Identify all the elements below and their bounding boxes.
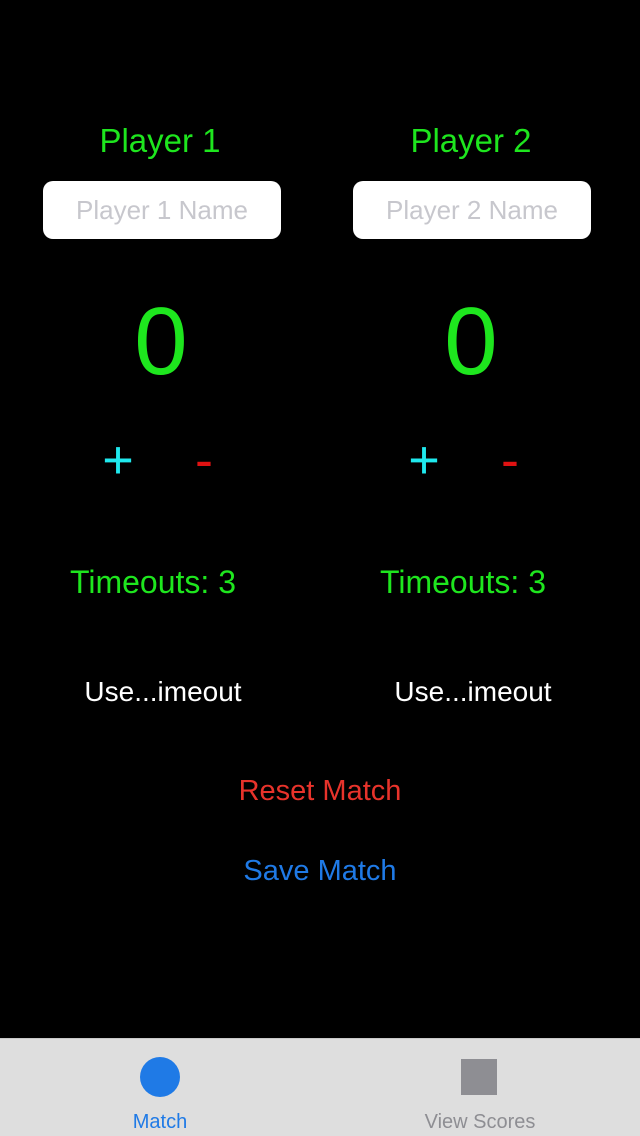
circle-icon	[140, 1057, 180, 1097]
player-1-score: 0	[134, 288, 188, 395]
tab-bar: Match View Scores	[0, 1038, 640, 1136]
tab-view-scores-label: View Scores	[424, 1111, 536, 1133]
player-1-timeouts-label: Timeouts: 3	[70, 564, 236, 600]
player-2-title: Player 2	[410, 122, 532, 159]
player-1-title: Player 1	[99, 122, 221, 159]
player-1-decrement-button[interactable]: -	[174, 430, 234, 490]
player-2-use-timeout-button[interactable]: Use...imeout	[323, 670, 623, 714]
match-screen: Player 1 0 + - Timeouts: 3 Use...imeout …	[0, 0, 640, 1136]
player-1-increment-button[interactable]: +	[88, 430, 148, 490]
square-icon	[461, 1059, 497, 1095]
save-match-button[interactable]: Save Match	[170, 849, 470, 893]
player-2-score: 0	[444, 288, 498, 395]
tab-match[interactable]: Match	[0, 1039, 320, 1136]
tab-match-label: Match	[132, 1111, 188, 1133]
player-2-timeouts-label: Timeouts: 3	[380, 564, 546, 600]
player-1-use-timeout-button[interactable]: Use...imeout	[13, 670, 313, 714]
player-2-increment-button[interactable]: +	[394, 430, 454, 490]
player-2-decrement-button[interactable]: -	[480, 430, 540, 490]
reset-match-button[interactable]: Reset Match	[170, 769, 470, 813]
player-2-name-input[interactable]	[353, 181, 591, 239]
player-1-name-input[interactable]	[43, 181, 281, 239]
tab-view-scores[interactable]: View Scores	[320, 1039, 640, 1136]
